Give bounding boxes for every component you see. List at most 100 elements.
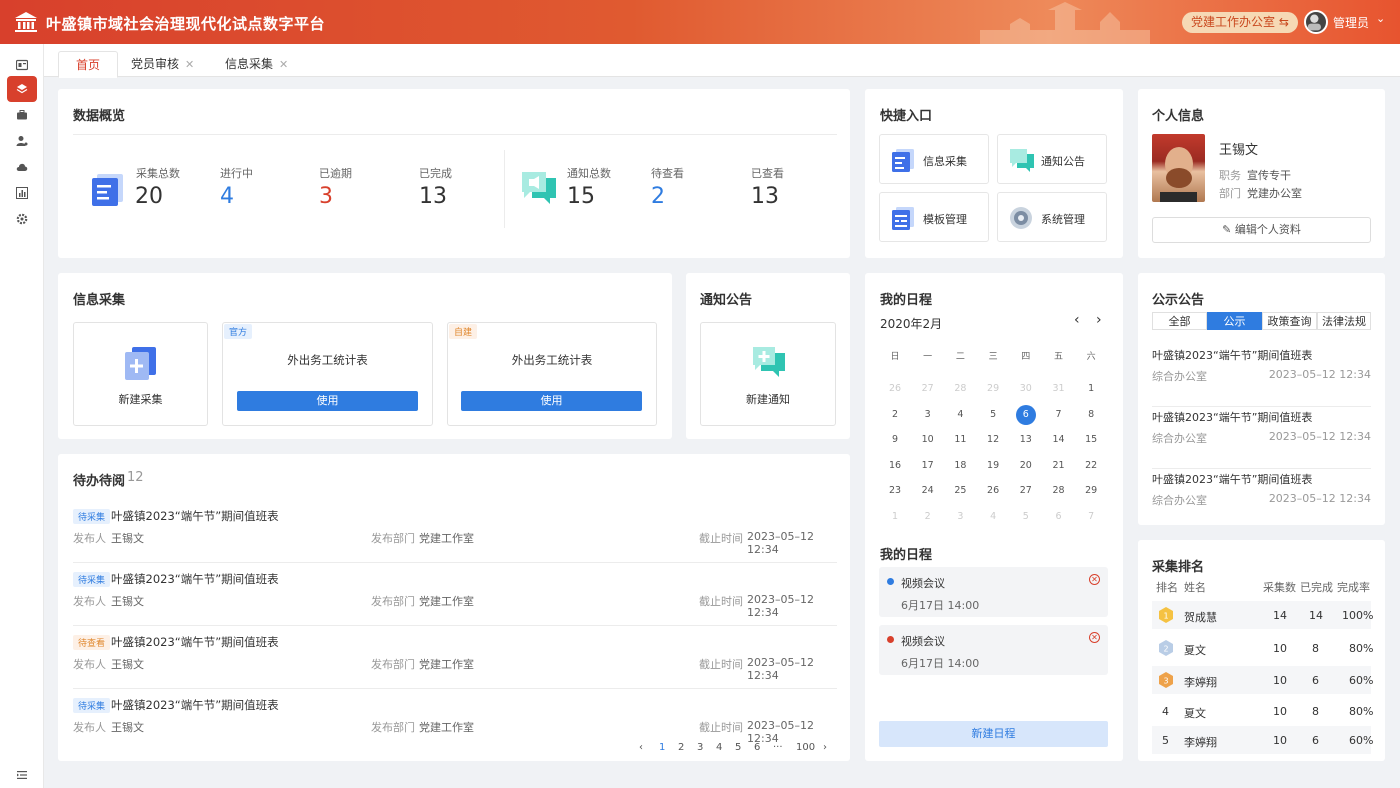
calendar-day[interactable]: 4	[950, 405, 970, 425]
use-template-button[interactable]: 使用	[237, 391, 418, 411]
chevron-left-icon[interactable]: ‹	[1074, 312, 1080, 328]
calendar-day[interactable]: 6	[1015, 404, 1036, 425]
edit-profile-button[interactable]: ✎ 编辑个人资料	[1152, 217, 1371, 243]
calendar-day[interactable]: 12	[983, 430, 1003, 450]
page-number[interactable]: 2	[678, 742, 684, 753]
quick-template-button[interactable]: 模板管理	[879, 192, 989, 242]
sidebar-item-dashboard[interactable]	[7, 52, 37, 78]
calendar-day[interactable]: 5	[983, 405, 1003, 425]
sidebar-item-layers[interactable]	[7, 76, 37, 102]
calendar-day[interactable]: 3	[950, 507, 970, 527]
calendar-day[interactable]: 16	[885, 456, 905, 476]
sidebar-item-cloud[interactable]	[7, 154, 37, 180]
sidebar-item-briefcase[interactable]	[7, 102, 37, 128]
close-circle-icon[interactable]: ✕	[1089, 574, 1100, 585]
calendar-day[interactable]: 27	[918, 379, 938, 399]
tab-home[interactable]: 首页	[58, 51, 119, 78]
new-schedule-button[interactable]: 新建日程	[879, 721, 1108, 747]
calendar-day[interactable]: 4	[983, 507, 1003, 527]
calendar-month: 2020年2月	[880, 317, 943, 331]
page-number[interactable]: 5	[735, 742, 741, 753]
page-number[interactable]: 3	[697, 742, 703, 753]
quick-info-collect-button[interactable]: 信息采集	[879, 134, 989, 184]
todo-item[interactable]: 待采集 叶盛镇2023“端午节”期间值班表 发布人 王锡文 发布部门 党建工作室 截止时间 2…	[73, 563, 837, 626]
close-icon[interactable]: ✕	[185, 58, 194, 71]
todo-dept-label: 发布部门	[371, 658, 415, 671]
calendar-day[interactable]: 5	[1016, 507, 1036, 527]
overview-title: 数据概览	[73, 109, 126, 124]
calendar-day[interactable]: 29	[983, 379, 1003, 399]
chevron-right-icon[interactable]: ›	[823, 742, 827, 753]
calendar-day[interactable]: 17	[918, 456, 938, 476]
sidebar-item-chart[interactable]	[7, 180, 37, 206]
profile-dept-label: 部门	[1219, 187, 1241, 200]
page-number[interactable]: 6	[754, 742, 760, 753]
calendar-day[interactable]: 2	[885, 405, 905, 425]
calendar-day[interactable]: 6	[1049, 507, 1069, 527]
calendar-day[interactable]: 8	[1081, 405, 1101, 425]
todo-item-title: 叶盛镇2023“端午节”期间值班表	[111, 698, 279, 712]
calendar-day[interactable]: 26	[983, 481, 1003, 501]
calendar-day[interactable]: 31	[1049, 379, 1069, 399]
quick-system-button[interactable]: 系统管理	[997, 192, 1107, 242]
use-template-button[interactable]: 使用	[461, 391, 642, 411]
calendar-day[interactable]: 7	[1049, 405, 1069, 425]
template-tag: 自建	[449, 324, 478, 339]
calendar-day[interactable]: 21	[1049, 456, 1069, 476]
todo-publisher-label: 发布人	[73, 721, 106, 734]
chevron-right-icon[interactable]: ›	[1096, 312, 1102, 328]
page-number[interactable]: 4	[716, 742, 722, 753]
calendar-day[interactable]: 1	[885, 507, 905, 527]
sidebar-collapse-button[interactable]	[7, 762, 37, 788]
page-number[interactable]: 1	[659, 742, 665, 753]
chevron-left-icon[interactable]: ‹	[639, 742, 643, 753]
new-notice-button[interactable]: 新建通知	[700, 322, 836, 426]
ranking-rate: 80%	[1349, 642, 1374, 655]
tab-member-review[interactable]: 党员审核 ✕	[117, 51, 208, 78]
todo-item[interactable]: 待采集 叶盛镇2023“端午节”期间值班表 发布人 王锡文 发布部门 党建工作室 截止时间 2…	[73, 689, 837, 752]
calendar-day[interactable]: 26	[885, 379, 905, 399]
calendar-day[interactable]: 22	[1081, 456, 1101, 476]
sidebar-item-settings[interactable]	[7, 206, 37, 232]
ranking-done: 8	[1312, 705, 1319, 718]
username[interactable]: 管理员	[1333, 14, 1369, 31]
notice-item[interactable]: 叶盛镇2023“端午节”期间值班表 综合办公室 2023–05–12 12:34	[1152, 471, 1371, 531]
calendar-day[interactable]: 27	[1016, 481, 1036, 501]
notice-tab-policy[interactable]: 政策查询	[1262, 312, 1317, 330]
calendar-day[interactable]: 3	[918, 405, 938, 425]
ranking-count: 10	[1273, 734, 1287, 747]
calendar-day[interactable]: 18	[950, 456, 970, 476]
calendar-day[interactable]: 13	[1016, 430, 1036, 450]
page-number[interactable]: 100	[796, 742, 815, 753]
todo-item[interactable]: 待采集 叶盛镇2023“端午节”期间值班表 发布人 王锡文 发布部门 党建工作室 截止时间 2…	[73, 500, 837, 563]
calendar-day[interactable]: 7	[1081, 507, 1101, 527]
notice-tab-public[interactable]: 公示	[1207, 312, 1262, 330]
calendar-day[interactable]: 23	[885, 481, 905, 501]
calendar-day[interactable]: 10	[918, 430, 938, 450]
calendar-day[interactable]: 28	[1049, 481, 1069, 501]
chevron-down-icon[interactable]: ⌄	[1376, 12, 1385, 25]
sidebar-item-user-settings[interactable]	[7, 128, 37, 154]
calendar-day[interactable]: 24	[918, 481, 938, 501]
calendar-day[interactable]: 9	[885, 430, 905, 450]
calendar-day[interactable]: 2	[918, 507, 938, 527]
notice-item[interactable]: 叶盛镇2023“端午节”期间值班表 综合办公室 2023–05–12 12:34	[1152, 409, 1371, 469]
close-icon[interactable]: ✕	[279, 58, 288, 71]
notice-item[interactable]: 叶盛镇2023“端午节”期间值班表 综合办公室 2023–05–12 12:34	[1152, 347, 1371, 407]
notice-tab-law[interactable]: 法律法规	[1317, 312, 1371, 330]
calendar-day[interactable]: 14	[1049, 430, 1069, 450]
quick-notice-button[interactable]: 通知公告	[997, 134, 1107, 184]
calendar-day[interactable]: 20	[1016, 456, 1036, 476]
calendar-day[interactable]: 30	[1016, 379, 1036, 399]
notice-tab-all[interactable]: 全部	[1152, 312, 1207, 330]
close-circle-icon[interactable]: ✕	[1089, 632, 1100, 643]
schedule-item[interactable]: 视频会议 6月17日 14:00 ✕	[879, 625, 1108, 675]
user-avatar[interactable]	[1304, 10, 1328, 34]
new-collect-button[interactable]: 新建采集	[73, 322, 208, 426]
schedule-item[interactable]: 视频会议 6月17日 14:00 ✕	[879, 567, 1108, 617]
office-switch-button[interactable]: 党建工作办公室 ⇆	[1182, 12, 1298, 33]
tab-info-collect[interactable]: 信息采集 ✕	[211, 51, 302, 78]
calendar-day[interactable]: 19	[983, 456, 1003, 476]
page-number[interactable]: ···	[773, 742, 783, 753]
todo-item[interactable]: 待查看 叶盛镇2023“端午节”期间值班表 发布人 王锡文 发布部门 党建工作室 截止时间 2…	[73, 626, 837, 689]
